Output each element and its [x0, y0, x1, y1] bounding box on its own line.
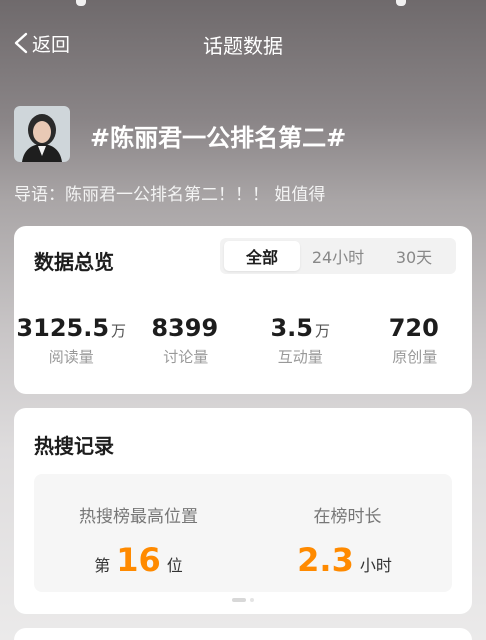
overview-stats: 3125.5 万 阅读量 8399 讨论量 3.5 万 互动量 720 原创量 — [14, 314, 472, 367]
stat-label: 原创量 — [392, 348, 438, 366]
duration-value: 2.3 — [297, 541, 354, 579]
stat-value: 720 — [388, 314, 439, 342]
stat-value: 8399 — [151, 314, 219, 342]
stat-discussions: 8399 讨论量 — [129, 314, 244, 367]
page-dot-active — [232, 598, 246, 602]
tab-all[interactable]: 全部 — [224, 241, 300, 271]
on-list-duration: 在榜时长 2.3 小时 — [243, 474, 452, 592]
topic-lead-text: 导语：陈丽君一公排名第二！！！ 姐值得 — [14, 185, 326, 205]
tab-30d[interactable]: 30天 — [376, 241, 452, 271]
navigation-bar: 返回 话题数据 — [0, 22, 486, 66]
stat-label: 讨论量 — [163, 348, 209, 366]
duration-label: 在榜时长 — [313, 507, 382, 527]
stat-value: 3.5 — [270, 314, 313, 342]
stat-unit: 万 — [315, 322, 331, 340]
stat-label: 互动量 — [277, 348, 323, 366]
page-indicator — [232, 598, 254, 602]
rank-suffix: 位 — [166, 556, 183, 575]
time-range-tabs: 全部 24小时 30天 — [220, 238, 456, 274]
status-indicator — [76, 0, 86, 6]
status-bar — [0, 0, 486, 10]
rank-value: 16 — [116, 541, 161, 579]
stat-label: 阅读量 — [48, 348, 94, 366]
rank-prefix: 第 — [94, 556, 111, 575]
stat-unit: 万 — [111, 322, 127, 340]
stat-reads: 3125.5 万 阅读量 — [14, 314, 129, 367]
avatar[interactable] — [14, 106, 70, 162]
hot-search-title: 热搜记录 — [34, 434, 114, 458]
status-indicator — [396, 0, 406, 6]
data-overview-card: 数据总览 全部 24小时 30天 3125.5 万 阅读量 8399 讨论量 3.… — [14, 226, 472, 394]
page-dot — [250, 598, 254, 602]
stat-originals: 720 原创量 — [358, 314, 473, 367]
best-rank-label: 热搜榜最高位置 — [79, 507, 198, 527]
duration-suffix: 小时 — [359, 556, 392, 575]
hot-search-panel[interactable]: 热搜榜最高位置 第 16 位 在榜时长 2.3 小时 — [34, 474, 452, 592]
overview-title: 数据总览 — [34, 250, 114, 274]
page-title: 话题数据 — [203, 34, 283, 58]
hot-search-card: 热搜记录 热搜榜最高位置 第 16 位 在榜时长 2.3 小时 — [14, 408, 472, 614]
tab-24h[interactable]: 24小时 — [300, 241, 376, 271]
best-rank: 热搜榜最高位置 第 16 位 — [34, 474, 243, 592]
next-card — [14, 628, 472, 640]
stat-interactions: 3.5 万 互动量 — [243, 314, 358, 367]
stat-value: 3125.5 — [16, 314, 110, 342]
topic-title: #陈丽君一公排名第二# — [90, 124, 347, 152]
